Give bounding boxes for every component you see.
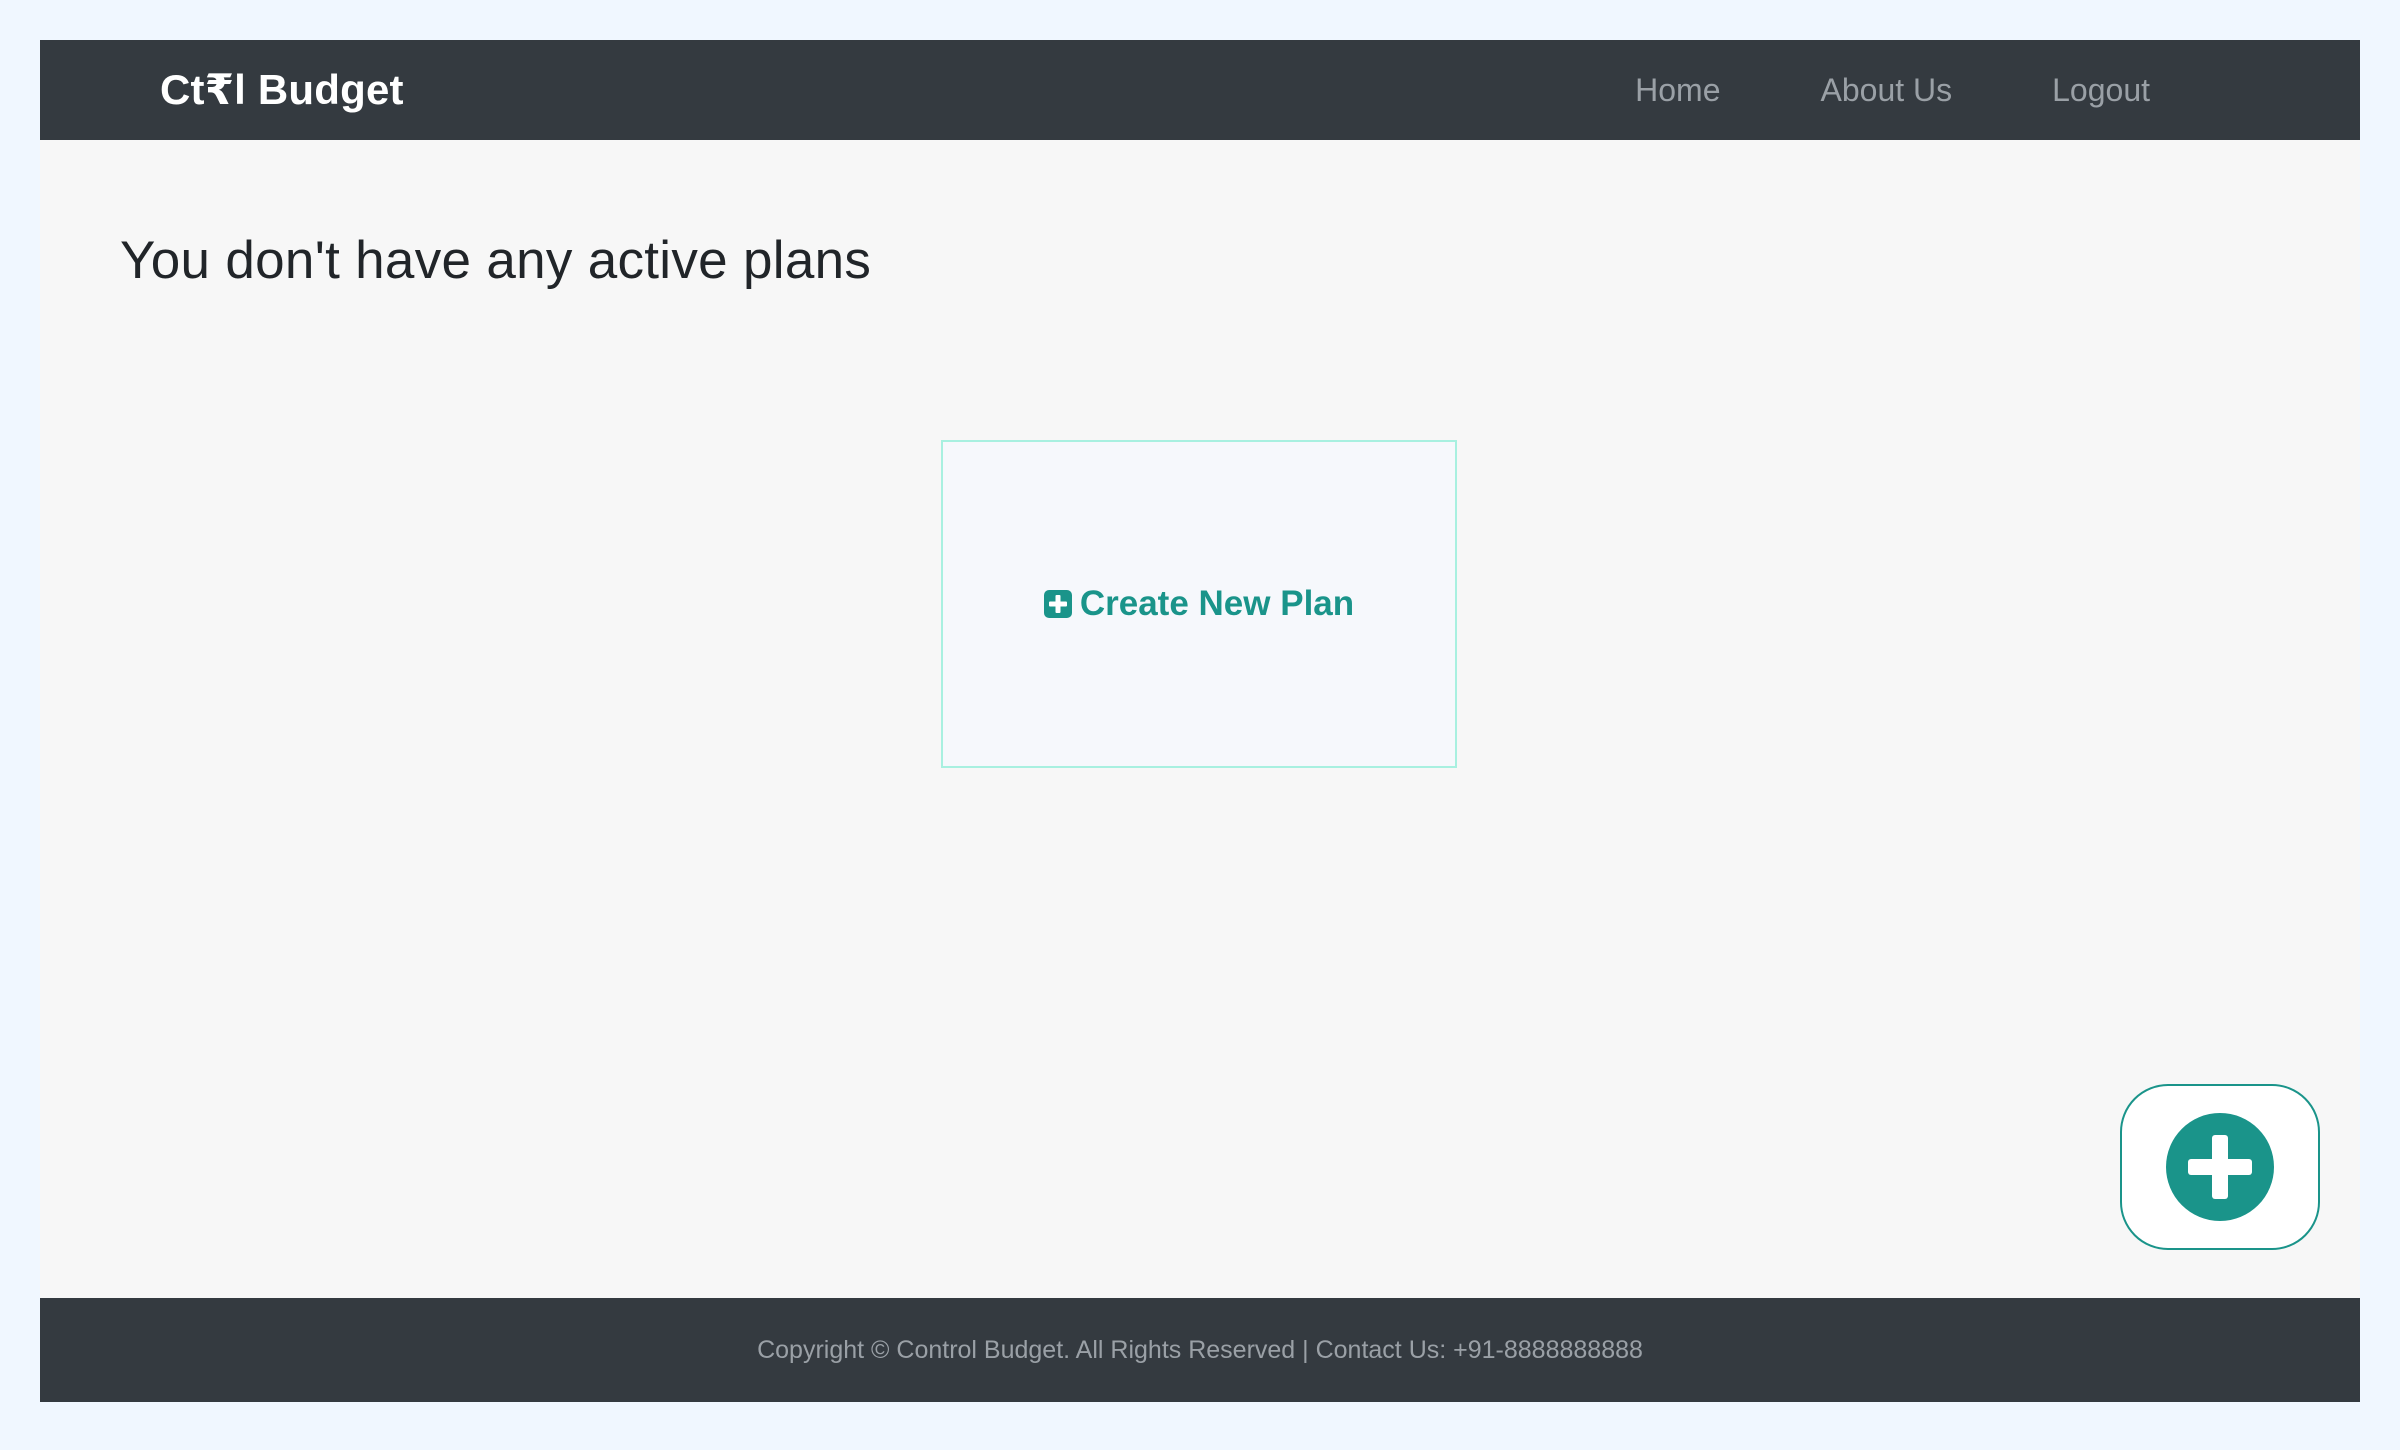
navbar: Ct₹l Budget Home About Us Logout bbox=[40, 40, 2360, 140]
plus-circle-icon bbox=[2166, 1113, 2274, 1221]
create-new-plan-label: Create New Plan bbox=[1079, 584, 1355, 623]
footer: Copyright © Control Budget. All Rights R… bbox=[40, 1298, 2360, 1402]
nav-link-logout[interactable]: Logout bbox=[2052, 72, 2150, 109]
add-plan-fab-button[interactable] bbox=[2120, 1084, 2320, 1250]
brand-logo[interactable]: Ct₹l Budget bbox=[160, 40, 404, 140]
nav-link-home[interactable]: Home bbox=[1635, 72, 1720, 109]
nav-link-about-us[interactable]: About Us bbox=[1821, 72, 1953, 109]
app-frame: Ct₹l Budget Home About Us Logout You don… bbox=[40, 40, 2360, 1402]
page-title: You don't have any active plans bbox=[120, 231, 872, 290]
plus-square-icon bbox=[1043, 590, 1072, 618]
create-new-plan-card[interactable]: Create New Plan bbox=[941, 440, 1457, 768]
footer-copyright: Copyright © Control Budget. All Rights R… bbox=[757, 1335, 1643, 1364]
create-new-plan-link[interactable]: Create New Plan bbox=[1043, 584, 1355, 624]
nav-links: Home About Us Logout bbox=[1635, 40, 2150, 140]
